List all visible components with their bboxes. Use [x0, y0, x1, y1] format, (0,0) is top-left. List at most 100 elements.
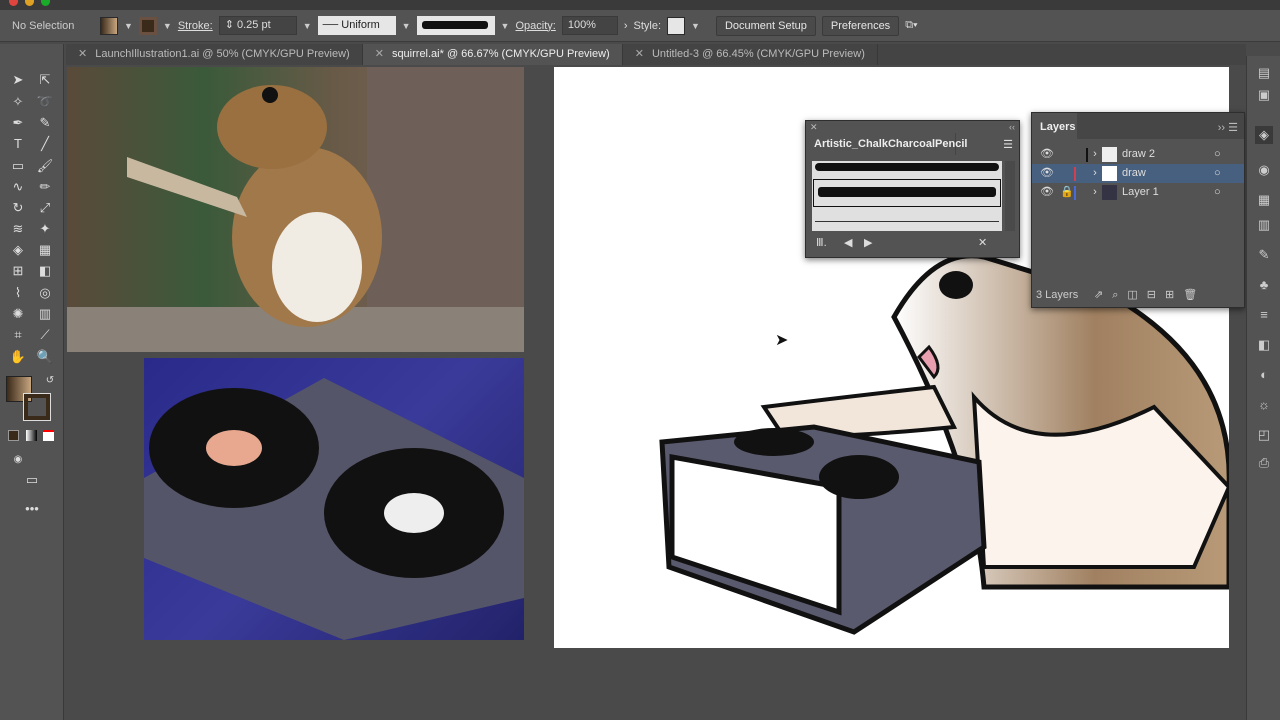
stroke-weight-input[interactable]: ⇕ 0.25 pt [218, 16, 297, 35]
brush-libraries-menu-icon[interactable]: Ⅲ. [816, 236, 827, 249]
trash-icon[interactable]: 🗑 [1183, 289, 1206, 301]
color-mode-icon[interactable] [8, 430, 19, 441]
graphic-styles-icon[interactable]: ◰ [1255, 426, 1273, 444]
panel-menu-icon[interactable]: ☰ [1003, 138, 1013, 151]
new-sublayer-icon[interactable]: ⊟ [1147, 289, 1165, 301]
chevron-down-icon[interactable]: ▼ [303, 21, 312, 31]
turntable-photo[interactable] [144, 358, 524, 640]
close-icon[interactable]: ✕ [635, 48, 644, 60]
puppet-warp-icon[interactable]: ✦ [35, 219, 55, 239]
width-tool-icon[interactable]: ≋ [8, 219, 28, 239]
stroke-color-swatch[interactable] [23, 393, 51, 421]
appearance-icon[interactable]: ☼ [1255, 396, 1273, 414]
chevron-down-icon[interactable]: ▼ [501, 21, 510, 31]
hand-tool-icon[interactable]: ✋ [8, 347, 28, 367]
paintbrush-tool-icon[interactable]: 🖌 [35, 156, 55, 176]
tab-launchillustration[interactable]: ✕ LaunchIllustration1.ai @ 50% (CMYK/GPU … [66, 44, 363, 65]
chevron-right-icon[interactable]: › [624, 20, 628, 32]
export-icon[interactable]: ⇗ [1094, 289, 1112, 301]
document-setup-button[interactable]: Document Setup [715, 15, 816, 36]
properties-icon[interactable]: ▤ [1255, 64, 1273, 82]
layer-row[interactable]: 👁 › draw 2 ○ [1032, 145, 1244, 164]
brush-library-tab[interactable]: Artistic_ChalkCharcoalPencil [806, 133, 967, 155]
blend-tool-icon[interactable]: ◎ [35, 283, 55, 303]
opacity-input[interactable]: 100% [561, 16, 618, 35]
zoom-window-button[interactable] [41, 0, 50, 6]
pencil-tool-icon[interactable]: ✏ [35, 177, 55, 197]
none-mode-icon[interactable] [43, 430, 54, 441]
layer-row-selected[interactable]: 👁 › draw ○ [1032, 164, 1244, 183]
draw-normal-icon[interactable]: ◉ [8, 450, 28, 470]
swatches-icon[interactable]: ▦ [1255, 191, 1273, 209]
pen-tool-icon[interactable]: ✒ [8, 113, 28, 133]
new-layer-icon[interactable]: ⊞ [1165, 289, 1183, 301]
eye-icon[interactable]: 👁 [1040, 183, 1054, 202]
swap-colors-icon[interactable]: ↺ [40, 371, 60, 391]
scrollbar[interactable] [1005, 161, 1015, 231]
chevron-down-icon[interactable]: ▼ [691, 21, 700, 31]
lock-icon[interactable]: 🔒 [1060, 183, 1074, 202]
curvature-tool-icon[interactable]: ✎ [35, 113, 55, 133]
layer-name[interactable]: draw 2 [1122, 145, 1155, 164]
gradient-mode-icon[interactable] [26, 430, 37, 441]
preferences-button[interactable]: Preferences [821, 15, 900, 36]
zoom-tool-icon[interactable]: 🔍 [35, 347, 55, 367]
stroke-icon[interactable]: ≡ [1255, 306, 1273, 324]
layer-name[interactable]: Layer 1 [1122, 183, 1159, 202]
color-icon[interactable]: ◉ [1255, 161, 1273, 179]
target-icon[interactable]: ○ [1214, 183, 1221, 202]
shape-builder-icon[interactable]: ◈ [8, 240, 28, 260]
layer-name[interactable]: draw [1122, 164, 1146, 183]
close-icon[interactable]: ✕ [375, 48, 384, 60]
color-guide-icon[interactable]: ▥ [1255, 216, 1273, 234]
more-tools-icon[interactable]: ••• [22, 499, 42, 519]
perspective-grid-icon[interactable]: ▦ [35, 240, 55, 260]
locate-object-icon[interactable]: ⌕ [1112, 289, 1127, 301]
lasso-icon[interactable]: ➰ [35, 92, 55, 112]
selection-tool-icon[interactable]: ➤ [8, 70, 28, 90]
target-icon[interactable]: ○ [1214, 145, 1221, 164]
stroke-swatch[interactable] [138, 16, 157, 35]
slice-tool-icon[interactable]: ⟋ [35, 325, 55, 345]
brush-item[interactable] [815, 163, 999, 171]
brush-item[interactable] [815, 221, 999, 222]
line-tool-icon[interactable]: ╱ [35, 134, 55, 154]
collapse-icon[interactable]: ‹‹ [1009, 122, 1015, 132]
chevron-down-icon[interactable]: ▼ [402, 21, 411, 31]
chevron-down-icon[interactable]: ▼ [163, 21, 172, 31]
shaper-tool-icon[interactable]: ∿ [8, 177, 28, 197]
tab-squirrel[interactable]: ✕ squirrel.ai* @ 66.67% (CMYK/GPU Preview… [362, 44, 623, 65]
stroke-label[interactable]: Stroke: [178, 20, 213, 32]
symbols-icon[interactable]: ♣ [1255, 276, 1273, 294]
squirrel-photo[interactable] [67, 67, 524, 352]
direct-selection-tool-icon[interactable]: ⇱ [35, 70, 55, 90]
style-swatch[interactable] [667, 16, 686, 35]
next-library-icon[interactable]: ▶ [864, 236, 872, 249]
expand-icon[interactable]: › [1084, 164, 1097, 183]
eyedropper-icon[interactable]: ⌇ [8, 283, 28, 303]
panel-menu-icon[interactable]: ›› ☰ [1218, 121, 1238, 134]
eye-icon[interactable]: 👁 [1040, 164, 1054, 183]
brush-item-selected[interactable] [813, 179, 1001, 207]
previous-library-icon[interactable]: ◀ [844, 236, 852, 249]
arrange-icon[interactable]: ⧉▾ [905, 19, 917, 32]
expand-icon[interactable]: › [1084, 183, 1097, 202]
asset-export-icon[interactable]: ⎙ [1255, 454, 1273, 472]
chevron-down-icon[interactable]: ▼ [124, 21, 133, 31]
expand-icon[interactable]: › [1084, 145, 1097, 164]
opacity-label[interactable]: Opacity: [515, 20, 555, 32]
layer-row[interactable]: 👁 🔒 › Layer 1 ○ [1032, 183, 1244, 202]
brushes-icon[interactable]: ✎ [1255, 246, 1273, 264]
minimize-window-button[interactable] [25, 0, 34, 6]
type-tool-icon[interactable]: T [8, 134, 28, 154]
layers-tab[interactable]: Layers [1032, 113, 1077, 139]
symbol-sprayer-icon[interactable]: ✺ [8, 304, 28, 324]
remove-brush-stroke-icon[interactable]: ✕ [978, 236, 987, 249]
tab-untitled-3[interactable]: ✕ Untitled-3 @ 66.45% (CMYK/GPU Preview) [623, 44, 878, 65]
mesh-tool-icon[interactable]: ⊞ [8, 261, 28, 281]
fill-swatch[interactable] [100, 16, 118, 35]
rotate-tool-icon[interactable]: ↻ [8, 198, 28, 218]
libraries-icon[interactable]: ▣ [1255, 86, 1273, 104]
screen-mode-icon[interactable]: ▭ [22, 470, 42, 490]
close-window-button[interactable] [9, 0, 18, 6]
